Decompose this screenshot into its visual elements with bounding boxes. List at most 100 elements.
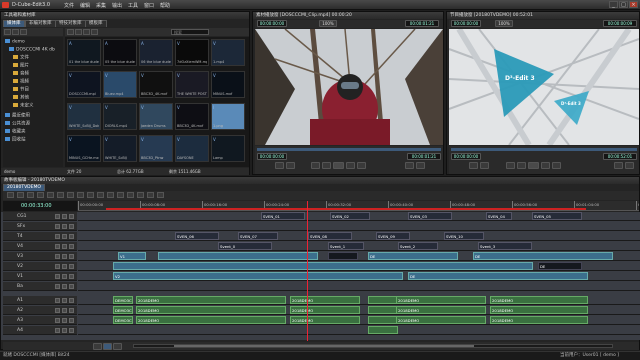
lock-icon[interactable] [55,244,60,249]
media-thumb[interactable]: V DIORLS.mp4 [103,103,137,130]
settings-icon[interactable] [157,192,164,198]
eye-icon[interactable] [62,264,67,269]
video-clip[interactable] [158,252,318,260]
audio-clip[interactable] [368,296,398,304]
redo-icon[interactable] [17,192,24,198]
program-tc-in[interactable]: 00:00:00:00 [451,20,481,27]
menu-file[interactable]: 文件 [64,2,74,9]
media-thumb[interactable]: V THE WHITE POST [175,71,209,98]
link-icon[interactable] [87,192,94,198]
paste-icon[interactable] [47,192,54,198]
program-scrubber[interactable] [451,148,637,151]
title-clip[interactable]: SVEN_07 [238,232,278,240]
media-thumb[interactable]: V WHITE_ScBIJ_Dok [67,103,101,130]
title-clip[interactable]: Svent_3 [478,242,532,250]
snap-icon[interactable] [77,192,84,198]
program-tc-out[interactable]: 00:00:00:00 [451,153,481,160]
title-clip[interactable]: SVEN_01 [261,212,305,220]
mute-icon[interactable] [69,254,74,259]
media-thumb[interactable]: V 1.mp4 [211,39,245,66]
menu-output[interactable]: 输出 [112,2,122,9]
extract-icon[interactable] [117,192,124,198]
lock-icon[interactable] [55,224,60,229]
title-clip[interactable]: SVEN_06 [175,232,219,240]
eye-icon[interactable] [62,298,67,303]
mute-icon[interactable] [69,308,74,313]
title-clip[interactable]: SVEN_08 [308,232,352,240]
audio-clip[interactable]: 2018DEMO [396,316,486,324]
insert-icon[interactable] [405,162,414,169]
export-icon[interactable] [91,29,98,35]
video-clip[interactable] [113,262,533,270]
audio-clip[interactable] [368,306,398,314]
eye-icon[interactable] [62,234,67,239]
eye-icon[interactable] [62,244,67,249]
mark-in-icon[interactable] [275,162,284,169]
media-thumb[interactable]: V 7dOzXiemWM.mp4 [175,39,209,66]
mute-icon[interactable] [69,264,74,269]
program-tc-dur[interactable]: 00:00:52:01 [603,153,637,160]
minimize-button[interactable]: _ [609,1,618,8]
audio-clip[interactable]: 2018DEMO [396,296,486,304]
title-clip[interactable]: SVEN_05 [532,212,582,220]
track-header[interactable]: SFx [3,222,77,231]
menu-window[interactable]: 窗口 [144,2,154,9]
delete-icon[interactable] [12,29,19,35]
media-thumb[interactable]: V BBC3D_Ptnw [139,135,173,162]
tree-item-programs[interactable]: 节目 [13,87,29,93]
tab-sequence[interactable]: 20180TVDEMO [3,184,45,191]
media-thumb[interactable]: I 1.png [211,103,245,130]
media-thumb[interactable]: A 01 the blue dude.w [67,39,101,66]
marker-icon[interactable] [97,192,104,198]
tree-item-public[interactable]: 公共资源 [5,121,30,127]
audio-clip[interactable]: 2018DEMO [290,296,360,304]
eye-icon[interactable] [62,224,67,229]
render-icon[interactable] [137,192,144,198]
audio-clip[interactable]: 2018DEMO [396,306,486,314]
eye-icon[interactable] [62,254,67,259]
timeline-current-time[interactable]: 00:00:33:00 [3,201,77,211]
program-tc-cur[interactable]: 00:00:00:09 [603,20,637,27]
view-thumbnail-icon[interactable] [67,29,74,35]
mute-icon[interactable] [69,224,74,229]
menu-help[interactable]: 帮助 [160,2,170,9]
media-thumb[interactable]: V Bluev.mp4 [103,71,137,98]
media-thumb[interactable]: V DOSCCCMI.mpl [67,71,101,98]
eye-icon[interactable] [62,214,67,219]
select-tool-icon[interactable] [103,343,112,350]
media-thumb[interactable]: A 05 the blue dude.w [103,39,137,66]
audio-clip[interactable] [368,316,398,324]
media-thumb[interactable]: V Lamp [211,135,245,162]
next-frame-icon[interactable] [357,162,366,169]
tab-template-library[interactable]: 模板库 [85,20,107,27]
video-clip[interactable]: DE [368,252,458,260]
mute-icon[interactable] [69,274,74,279]
mark-in-icon[interactable] [469,162,478,169]
audio-clip[interactable]: DEMO3C [113,306,133,314]
lock-icon[interactable] [55,254,60,259]
tree-item-recycle[interactable]: 回收站 [5,137,26,143]
source-tc-out[interactable]: 00:00:00:00 [257,153,287,160]
media-thumb[interactable]: V MINUS.mxf [211,71,245,98]
title-clip[interactable]: Svent_2 [398,242,438,250]
video-clip[interactable]: V1 [118,252,146,260]
copy-icon[interactable] [37,192,44,198]
video-clip[interactable]: DE [538,262,582,270]
source-tc-in[interactable]: 00:00:00:00 [257,20,287,27]
tree-item-video[interactable]: 视频 [13,79,29,85]
mute-icon[interactable] [69,234,74,239]
track-header[interactable]: A2 [3,306,77,315]
lock-icon[interactable] [55,284,60,289]
rewind-icon[interactable] [322,162,331,169]
title-clip[interactable]: Svent_1 [328,242,364,250]
title-clip[interactable]: SVEN_10 [444,232,484,240]
mute-icon[interactable] [69,284,74,289]
search-input[interactable]: 搜索 [171,29,209,35]
audio-clip[interactable]: 2018DEMO [490,316,588,324]
video-clip[interactable]: DE [473,252,613,260]
next-frame-icon[interactable] [552,162,561,169]
program-zoom[interactable]: 100% [495,20,513,27]
snapshot-icon[interactable] [614,162,623,169]
undo-icon[interactable] [7,192,14,198]
video-clip[interactable]: V2 [113,272,403,280]
